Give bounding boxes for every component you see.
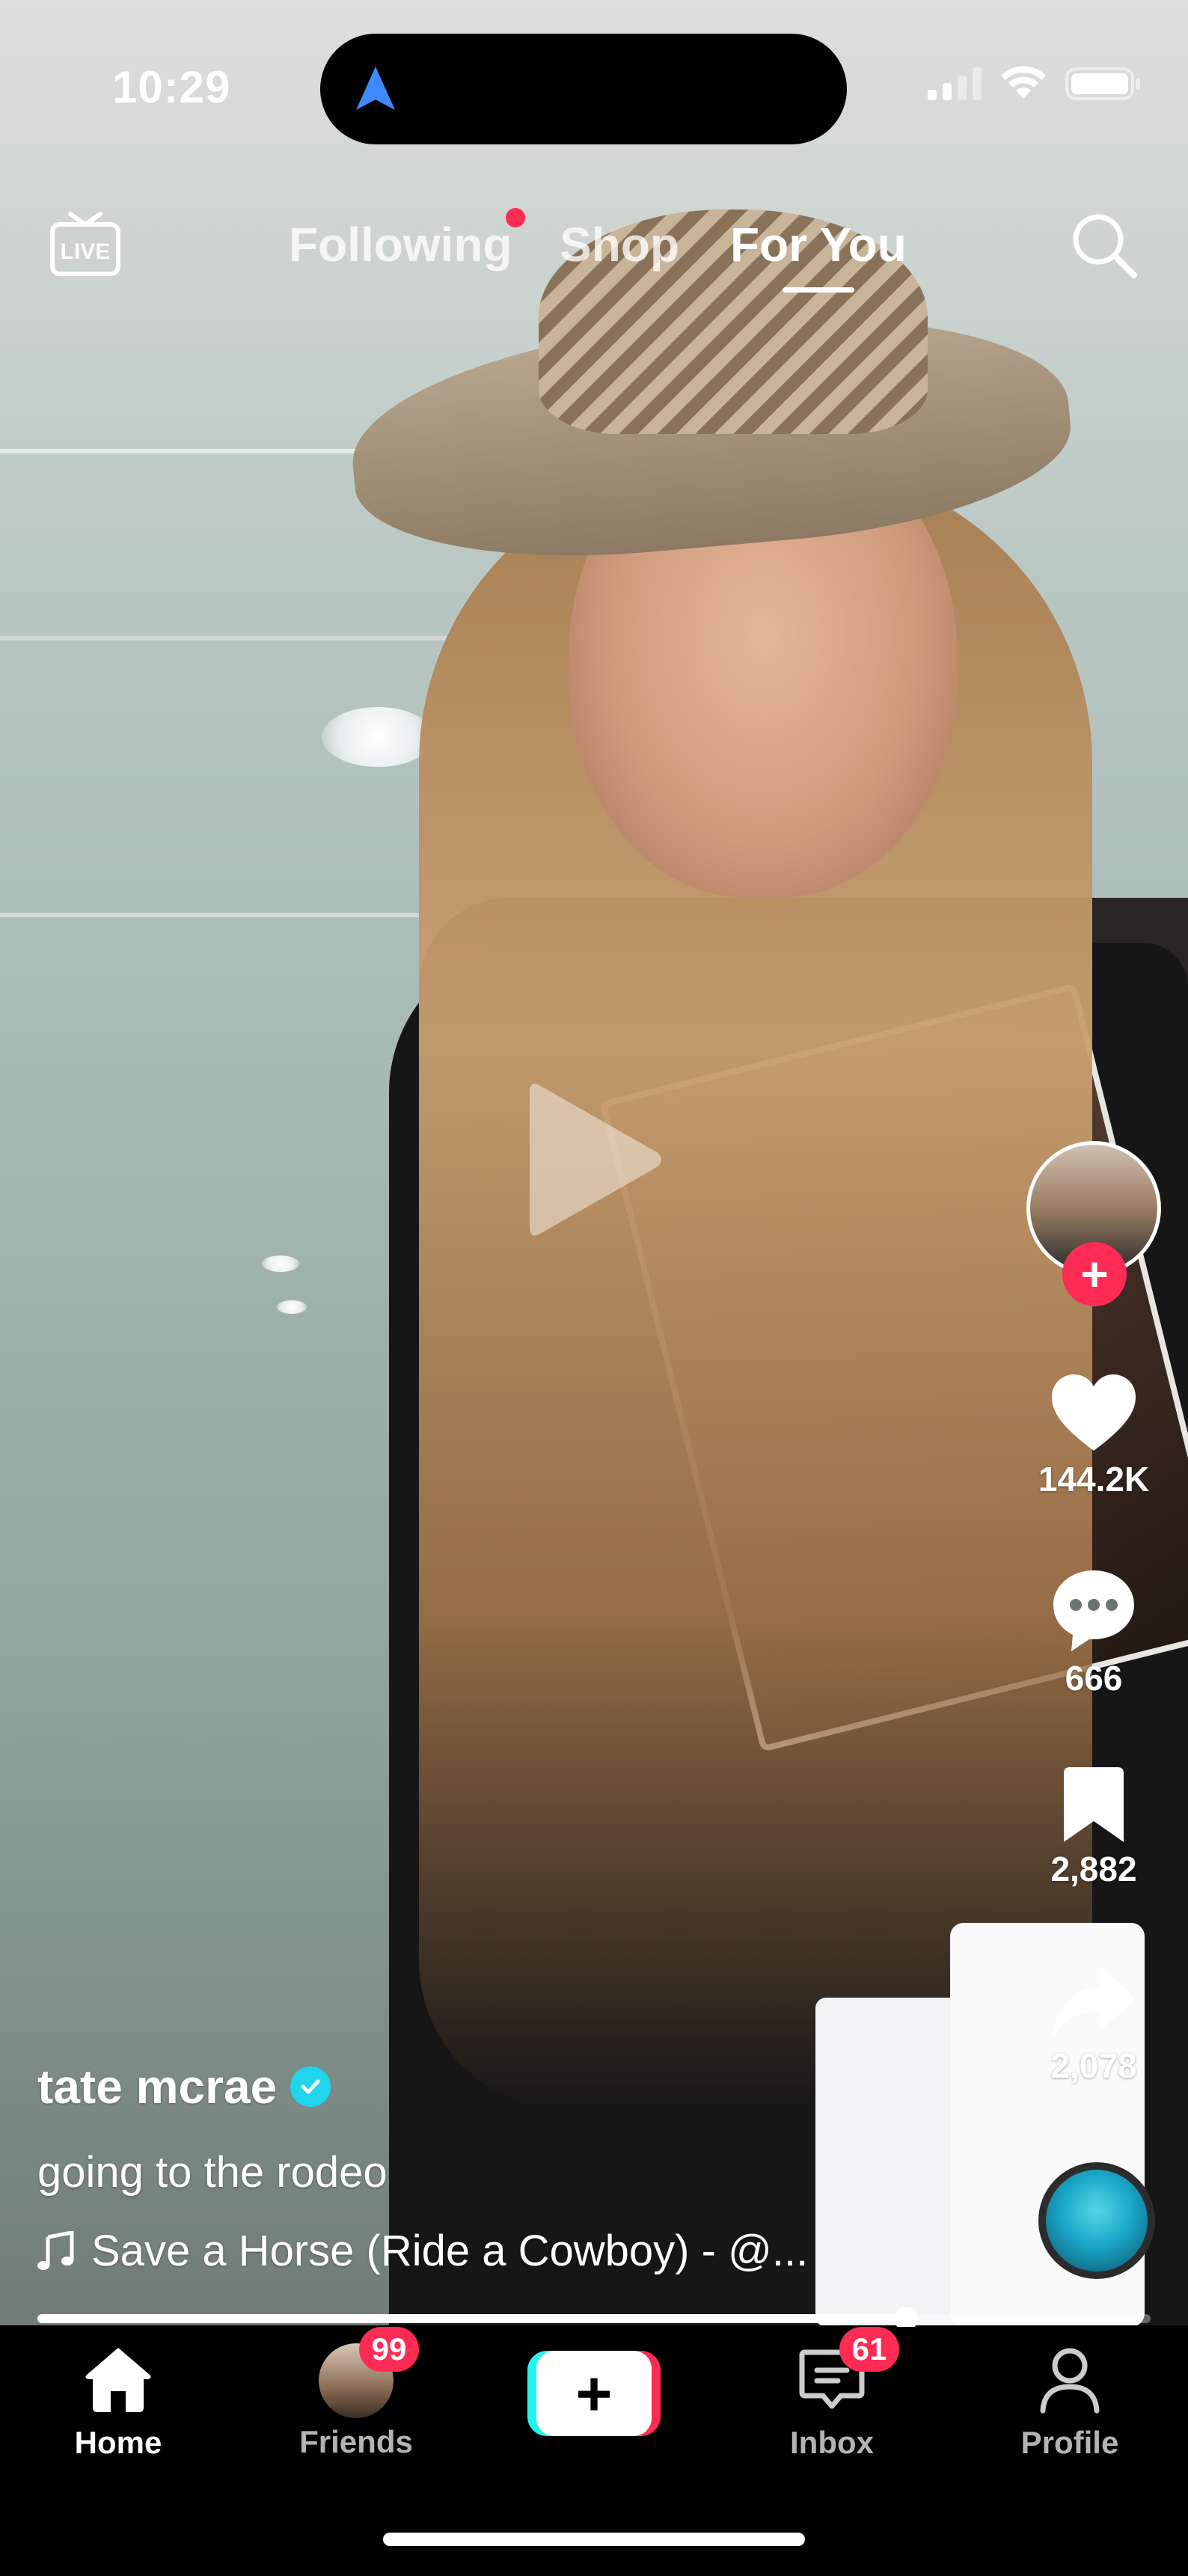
live-tv-icon: LIVE [50,212,120,276]
dynamic-island [320,34,847,144]
ceiling-edge [0,913,479,917]
ceiling-light-small [262,1255,299,1272]
top-navigation: LIVE Following Shop For You [0,195,1188,299]
like-button[interactable]: 144.2K [1019,1373,1169,1499]
live-button[interactable]: LIVE [48,206,123,285]
status-time: 10:29 [112,62,231,112]
location-arrow-icon [356,67,395,110]
tab-for-you[interactable]: For You [730,217,907,272]
following-notification-dot [506,208,525,227]
comment-count: 666 [1065,1659,1123,1698]
like-count: 144.2K [1038,1460,1150,1499]
tab-friends-label: Friends [299,2424,413,2459]
music-note-icon [37,2230,74,2270]
plus-icon: + [536,2351,652,2436]
favorite-count: 2,882 [1050,1850,1137,1888]
share-arrow-icon [1052,1965,1136,2039]
live-label: LIVE [61,239,111,264]
friends-badge: 99 [359,2327,419,2372]
tab-home[interactable]: Home [28,2343,208,2461]
battery-icon [1065,67,1140,100]
active-tab-indicator [783,287,854,293]
tab-friends[interactable]: Friends [266,2343,446,2460]
progress-fill [37,2314,906,2323]
tab-profile[interactable]: Profile [980,2343,1160,2461]
music-title: Save a Horse (Ride a Cowboy) - @... [91,2227,809,2275]
creator-username[interactable]: tate mcrae [37,2059,277,2114]
create-button[interactable]: + [527,2351,661,2436]
search-icon[interactable] [1068,209,1140,281]
tiktok-for-you-screen: 10:29 LIVE Following Shop For You + 144.… [0,0,1188,2576]
profile-icon [1040,2348,1100,2414]
share-button[interactable]: 2,078 [1019,1964,1169,2086]
tab-following[interactable]: Following [289,217,512,272]
inbox-badge: 61 [839,2327,899,2372]
home-icon [85,2348,151,2412]
play-icon[interactable] [524,1077,666,1242]
comment-bubble-icon [1053,1570,1134,1651]
music-disc[interactable] [1038,2162,1155,2279]
creator-info: tate mcrae [37,2059,331,2114]
skincare-bottle [815,1998,973,2325]
music-info[interactable]: Save a Horse (Ride a Cowboy) - @... [37,2226,808,2276]
home-indicator [383,2533,805,2546]
verified-badge-icon [290,2066,331,2107]
tab-shop[interactable]: Shop [560,217,679,272]
share-count: 2,078 [1050,2046,1137,2085]
ceiling-panel-line [0,636,509,640]
wifi-icon [1001,66,1046,99]
bottom-tab-bar: Home Friends 99 + Inbox 61 Profile [0,2327,1188,2576]
video-caption[interactable]: going to the rodeo [37,2147,388,2197]
heart-icon [1052,1374,1136,1451]
favorite-button[interactable]: 2,882 [1019,1767,1169,1889]
status-icons [928,66,1143,102]
ceiling-light [322,707,434,767]
follow-button[interactable]: + [1062,1242,1127,1306]
comment-button[interactable]: 666 [1019,1567,1169,1698]
tab-inbox-label: Inbox [790,2425,874,2460]
tab-profile-label: Profile [1020,2425,1119,2460]
tab-home-label: Home [74,2425,162,2460]
video-progress-bar[interactable] [37,2307,1151,2331]
ceiling-light-small [277,1300,307,1314]
bookmark-icon [1064,1767,1124,1842]
cellular-signal-icon [928,67,982,100]
